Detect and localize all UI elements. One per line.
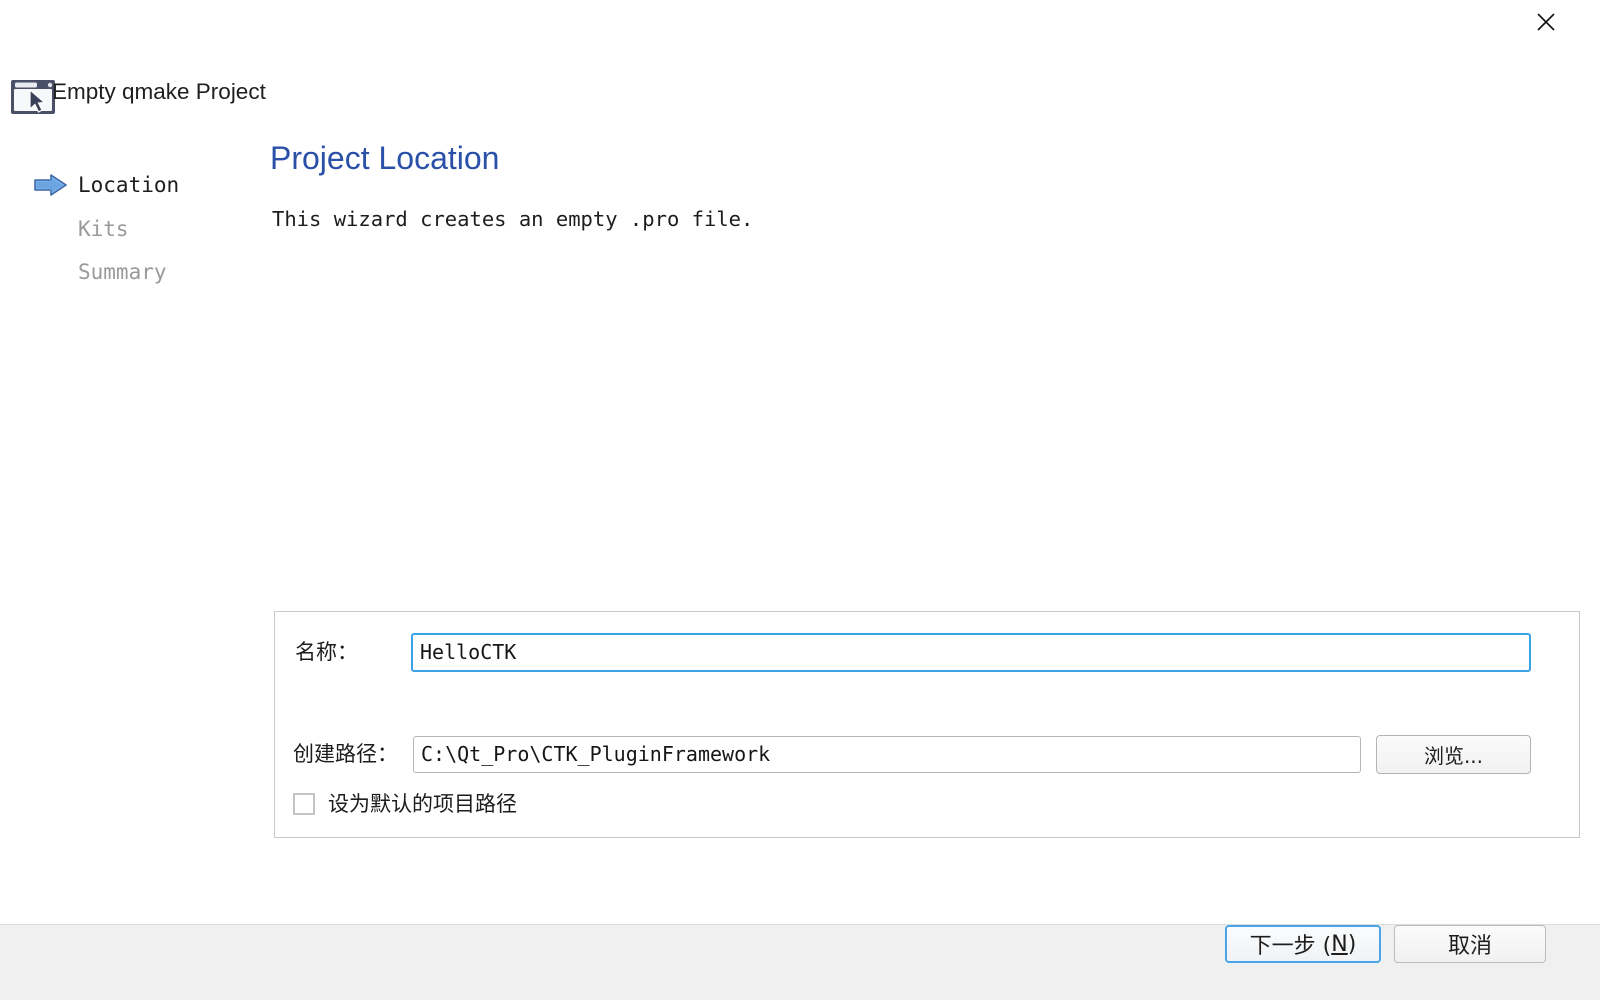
name-label: 名称： (295, 640, 358, 664)
next-button[interactable]: 下一步 (N) (1225, 925, 1381, 963)
sidebar-item-location[interactable]: Location (0, 168, 265, 202)
window-cursor-icon (6, 76, 58, 116)
sidebar-item-label: Kits (78, 217, 129, 241)
next-button-label: 下一步 ( (1249, 934, 1332, 959)
project-location-groupbox: 名称： HelloCTK 创建路径： C:\Qt_Pro\CTK_PluginF… (274, 611, 1580, 838)
create-path-input[interactable]: C:\Qt_Pro\CTK_PluginFramework (413, 736, 1361, 773)
sidebar-item-kits[interactable]: Kits (0, 212, 265, 246)
sidebar-item-summary[interactable]: Summary (0, 255, 265, 289)
project-name-input[interactable]: HelloCTK (411, 633, 1531, 672)
default-project-path-checkbox[interactable]: 设为默认的项目路径 (293, 789, 517, 819)
page-title: Project Location (270, 140, 500, 176)
browse-button[interactable]: 浏览... (1376, 735, 1531, 774)
sidebar-item-label: Summary (78, 260, 167, 284)
title-bar (0, 0, 1600, 46)
wizard-steps-sidebar: Location Kits Summary (0, 160, 265, 860)
blue-arrow-icon (33, 174, 69, 196)
sidebar-item-label: Location (78, 173, 180, 197)
cancel-button[interactable]: 取消 (1394, 925, 1546, 963)
default-project-path-label: 设为默认的项目路径 (328, 792, 517, 816)
create-path-label: 创建路径： (293, 742, 398, 766)
wizard-header: Empty qmake Project (0, 74, 600, 114)
checkbox-box-icon[interactable] (293, 793, 315, 815)
wizard-dialog: Empty qmake Project Location Kits Summar… (0, 0, 1600, 1000)
page-description: This wizard creates an empty .pro file. (272, 207, 754, 231)
next-button-accelerator: N (1331, 931, 1348, 957)
next-button-label-end: ) (1347, 931, 1357, 957)
wizard-title: Empty qmake Project (52, 79, 266, 104)
close-icon[interactable] (1522, 0, 1570, 44)
